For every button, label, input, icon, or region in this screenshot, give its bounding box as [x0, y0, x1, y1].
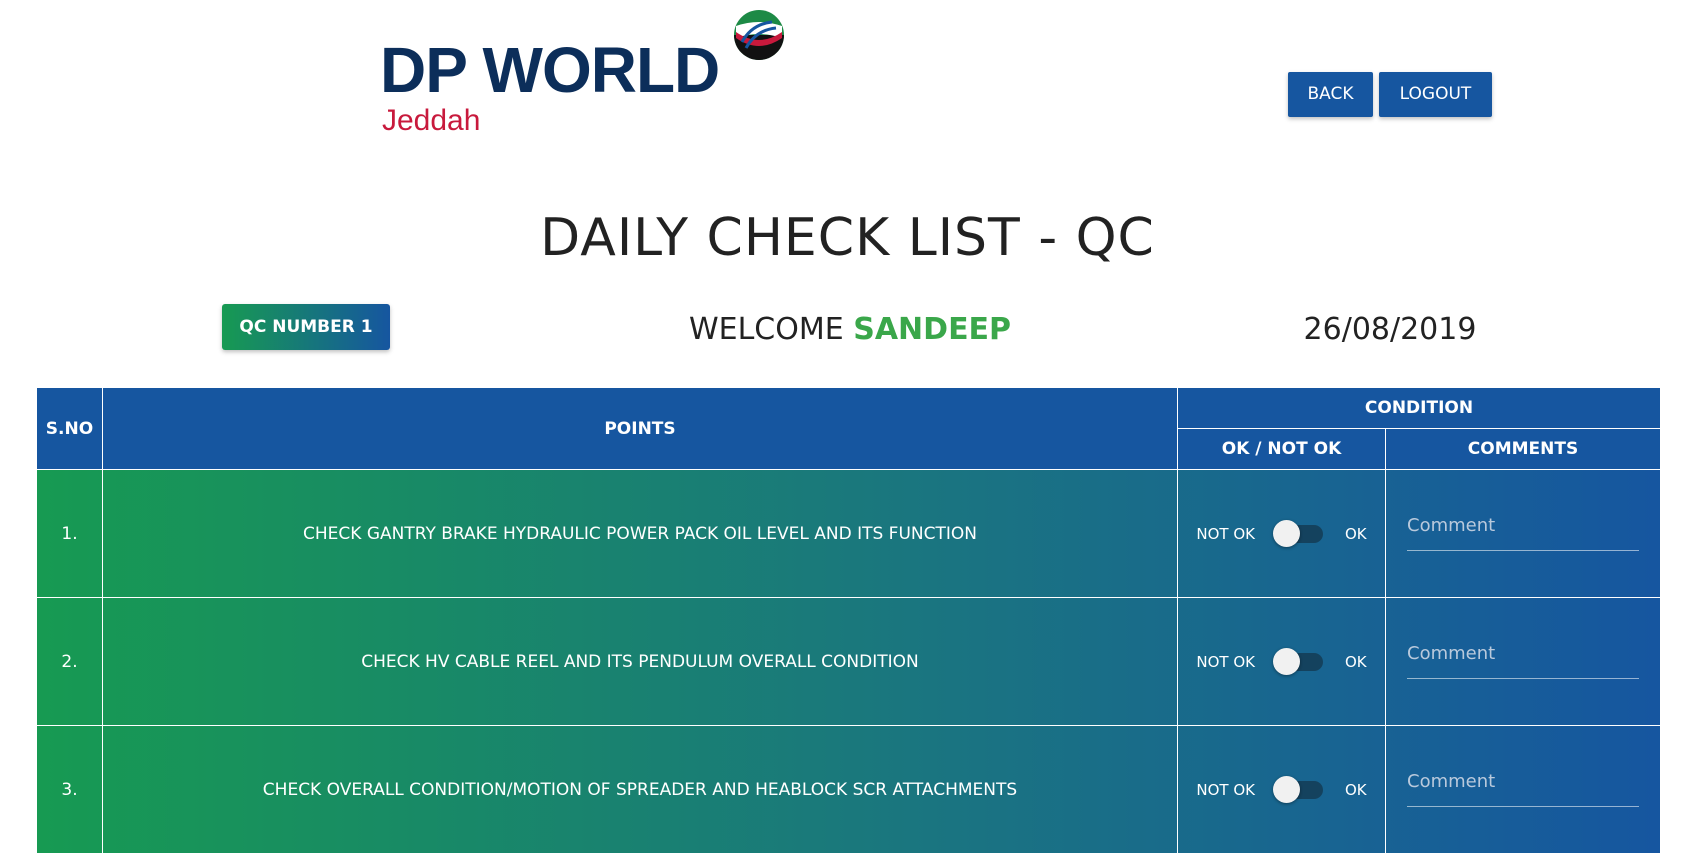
toggle-knob[interactable]	[1272, 647, 1300, 675]
page-title: DAILY CHECK LIST - QC	[540, 208, 1155, 268]
toggle-off-label: NOT OK	[1196, 780, 1255, 799]
header-ok-not-ok: OK / NOT OK	[1177, 428, 1386, 470]
row-sno: 2.	[36, 597, 103, 726]
comment-cell	[1384, 725, 1662, 854]
checklist-table: S.NO POINTS CONDITION OK / NOT OK COMMEN…	[36, 387, 1662, 854]
row-sno: 3.	[36, 725, 103, 854]
comment-cell	[1384, 469, 1662, 598]
comment-cell	[1384, 597, 1662, 726]
user-name: SANDEEP	[853, 312, 1012, 347]
comment-input[interactable]	[1407, 509, 1639, 551]
condition-toggle-cell: NOT OK OK	[1177, 469, 1386, 598]
condition-toggle[interactable]	[1272, 775, 1323, 803]
row-sno: 1.	[36, 469, 103, 598]
qc-number-badge[interactable]: QC NUMBER 1	[222, 304, 390, 350]
row-point: CHECK OVERALL CONDITION/MOTION OF SPREAD…	[102, 725, 1178, 854]
toggle-on-label: OK	[1344, 524, 1367, 543]
condition-toggle-cell: NOT OK OK	[1177, 597, 1386, 726]
table-row: 3. CHECK OVERALL CONDITION/MOTION OF SPR…	[36, 725, 1662, 854]
header-points: POINTS	[102, 387, 1178, 470]
toggle-on-label: OK	[1344, 652, 1367, 671]
welcome-message: WELCOME SANDEEP	[560, 312, 1140, 347]
comment-input[interactable]	[1407, 637, 1639, 679]
row-point: CHECK GANTRY BRAKE HYDRAULIC POWER PACK …	[102, 469, 1178, 598]
comment-input[interactable]	[1407, 765, 1639, 807]
toggle-on-label: OK	[1344, 780, 1367, 799]
toggle-knob[interactable]	[1272, 775, 1300, 803]
row-point: CHECK HV CABLE REEL AND ITS PENDULUM OVE…	[102, 597, 1178, 726]
header-condition: CONDITION	[1176, 387, 1662, 429]
toggle-off-label: NOT OK	[1196, 524, 1255, 543]
condition-toggle[interactable]	[1272, 647, 1323, 675]
logo-city: Jeddah	[382, 104, 481, 137]
table-row: 1. CHECK GANTRY BRAKE HYDRAULIC POWER PA…	[36, 469, 1662, 598]
header-sno: S.NO	[36, 387, 103, 470]
header-comments: COMMENTS	[1384, 428, 1662, 470]
condition-toggle-cell: NOT OK OK	[1177, 725, 1386, 854]
toggle-off-label: NOT OK	[1196, 652, 1255, 671]
dp-world-logo: DP WORLD Jeddah	[380, 8, 800, 138]
flag-emblem-icon	[734, 10, 784, 60]
logo-wordmark: DP WORLD	[380, 34, 720, 106]
condition-toggle[interactable]	[1272, 519, 1323, 547]
welcome-prefix: WELCOME	[688, 312, 844, 347]
back-button[interactable]: BACK	[1288, 72, 1373, 117]
table-row: 2. CHECK HV CABLE REEL AND ITS PENDULUM …	[36, 597, 1662, 726]
logout-button[interactable]: LOGOUT	[1379, 72, 1492, 117]
current-date: 26/08/2019	[1303, 312, 1477, 347]
toggle-knob[interactable]	[1272, 519, 1300, 547]
